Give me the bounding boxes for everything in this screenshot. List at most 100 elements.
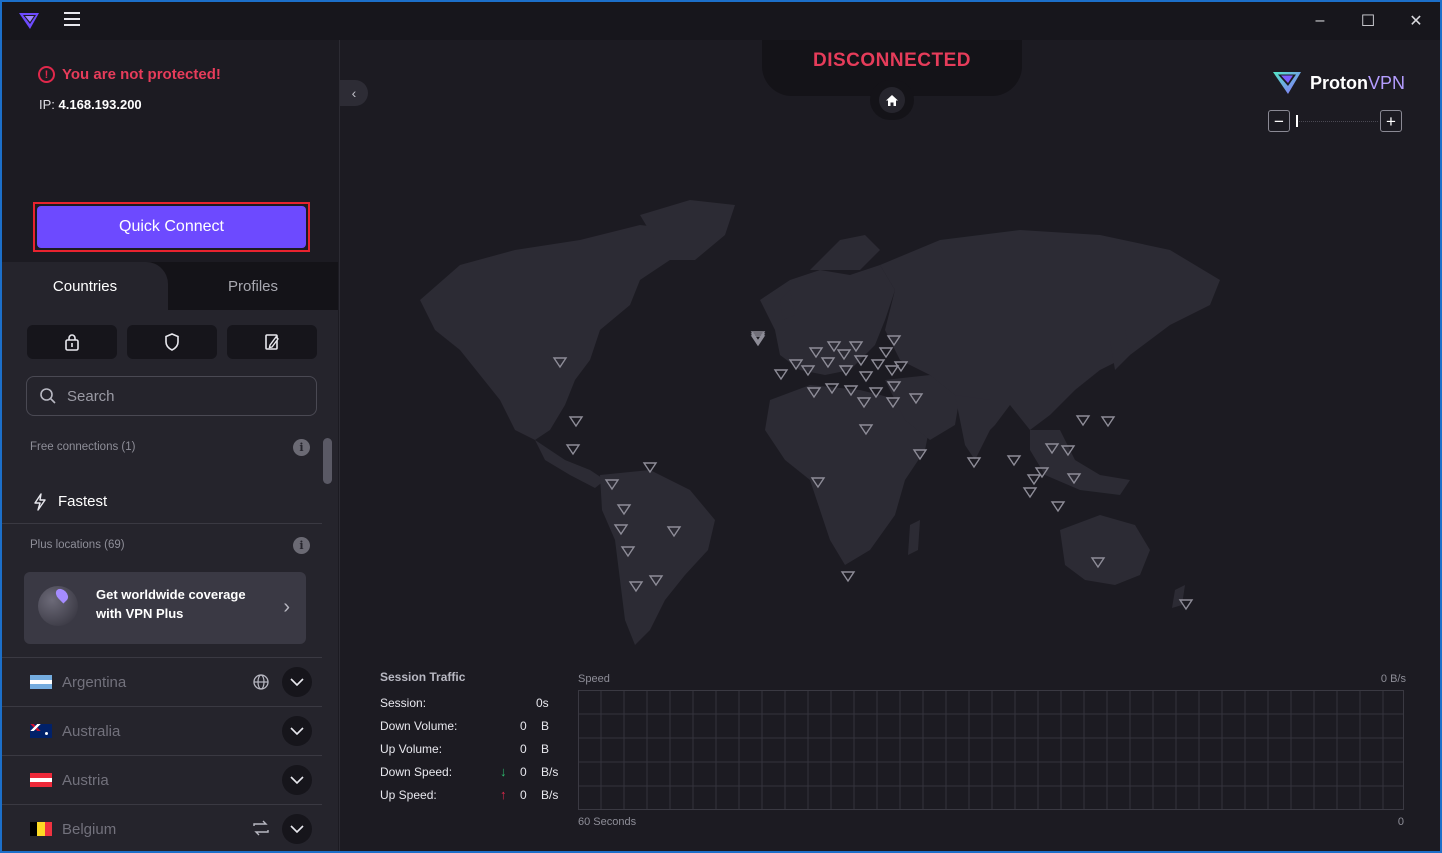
speed-graph-time-label: 60 Seconds: [578, 816, 637, 828]
ip-label: IP:: [39, 97, 55, 112]
home-button[interactable]: [870, 80, 914, 120]
promo-text: Get worldwide coverage with VPN Plus: [96, 585, 266, 623]
sidebar: ! You are not protected! IP: 4.168.193.2…: [2, 40, 340, 851]
country-name: Belgium: [62, 820, 117, 838]
warning-text: You are not protected!: [62, 66, 221, 83]
down-volume-unit: B: [541, 719, 550, 733]
country-row-belgium[interactable]: Belgium: [2, 804, 322, 851]
secure-core-filter-button[interactable]: [27, 325, 117, 359]
feature-filters: [2, 310, 338, 370]
down-speed-label: Down Speed:: [380, 765, 453, 779]
session-value: 0s: [536, 696, 549, 710]
promo-line-2: with VPN Plus: [96, 606, 184, 621]
down-volume-value: 0: [520, 719, 527, 733]
up-volume-row: Up Volume: 0 B: [380, 742, 580, 765]
profile-edit-filter-button[interactable]: [227, 325, 317, 359]
maximize-button[interactable]: ☐: [1344, 2, 1392, 40]
country-row-argentina[interactable]: Argentina: [2, 657, 322, 706]
expand-chevron-down-icon[interactable]: [282, 765, 312, 795]
flag-austria-icon: [30, 773, 52, 787]
zoom-out-button[interactable]: −: [1268, 110, 1290, 132]
netshield-filter-button[interactable]: [127, 325, 217, 359]
server-list: Free connections (1) i Fastest Plus loca…: [2, 424, 322, 851]
expand-chevron-down-icon[interactable]: [282, 716, 312, 746]
promo-line-1: Get worldwide coverage: [96, 587, 246, 602]
map-area: ‹ DISCONNECTED ProtonVPN − + Session Tra…: [340, 40, 1440, 851]
expand-chevron-down-icon[interactable]: [282, 667, 312, 697]
session-row: Session: 0s: [380, 696, 580, 719]
speed-graph-zero-label: 0: [1397, 816, 1404, 828]
ip-value: 4.168.193.200: [58, 97, 142, 112]
sidebar-tabs: Countries Profiles: [2, 262, 338, 310]
quick-connect-button[interactable]: Quick Connect: [37, 206, 306, 248]
up-volume-label: Up Volume:: [380, 742, 443, 756]
hamburger-menu-icon[interactable]: [64, 12, 86, 30]
arrow-up-icon: ↑: [500, 787, 507, 802]
arrow-down-icon: ↓: [500, 764, 507, 779]
plus-locations-header: Plus locations (69) i: [2, 528, 322, 562]
down-speed-unit: B/s: [541, 765, 559, 779]
up-speed-label: Up Speed:: [380, 788, 437, 802]
tab-profiles[interactable]: Profiles: [168, 262, 338, 310]
brand-name: ProtonVPN: [1310, 73, 1405, 94]
minimize-button[interactable]: –: [1296, 2, 1344, 40]
down-volume-row: Down Volume: 0 B: [380, 719, 580, 742]
up-speed-row: Up Speed: ↑ 0 B/s: [380, 787, 580, 811]
fastest-server-item[interactable]: Fastest: [2, 480, 322, 524]
speed-graph-grid: [578, 690, 1404, 810]
zoom-slider-track[interactable]: [1296, 121, 1378, 122]
scrollbar-thumb[interactable]: [323, 438, 332, 484]
session-traffic-panel: Session Traffic Session: 0s Down Volume:…: [380, 670, 580, 811]
edit-icon: [265, 334, 279, 350]
country-row-australia[interactable]: Australia: [2, 706, 322, 755]
brand-name-light: VPN: [1368, 72, 1406, 93]
up-speed-value: 0: [520, 788, 527, 802]
up-volume-value: 0: [520, 742, 527, 756]
flag-australia-icon: [30, 724, 52, 738]
home-icon: [886, 94, 898, 106]
repeat-icon: [252, 820, 270, 841]
country-name: Australia: [62, 722, 121, 740]
country-name: Austria: [62, 771, 109, 789]
brand-name-bold: Proton: [1310, 72, 1368, 93]
search-input[interactable]: [67, 387, 287, 405]
search-area: [2, 364, 338, 424]
search-icon: [40, 388, 56, 404]
speed-graph-title: Speed: [578, 673, 610, 685]
info-icon[interactable]: i: [293, 438, 310, 456]
session-label: Session:: [380, 696, 427, 710]
zoom-slider-thumb[interactable]: [1296, 115, 1298, 127]
upgrade-promo-banner[interactable]: Get worldwide coverage with VPN Plus ›: [24, 572, 306, 644]
search-box[interactable]: [26, 376, 317, 416]
free-connections-header: Free connections (1) i: [2, 430, 322, 464]
shield-icon: [165, 333, 179, 351]
country-name: Argentina: [62, 673, 127, 691]
world-map[interactable]: [340, 130, 1440, 670]
protection-warning: ! You are not protected!: [38, 66, 221, 83]
globe-icon: [252, 673, 270, 696]
warning-icon: !: [38, 66, 55, 83]
app-window: – ☐ ✕ ! You are not protected! IP: 4.168…: [0, 0, 1442, 853]
fastest-label: Fastest: [58, 493, 108, 510]
down-speed-value: 0: [520, 765, 527, 779]
info-icon[interactable]: i: [293, 536, 310, 554]
flag-argentina-icon: [30, 675, 52, 689]
zoom-in-button[interactable]: +: [1380, 110, 1402, 132]
plus-locations-label: Plus locations (69): [30, 539, 125, 551]
tab-countries[interactable]: Countries: [2, 262, 168, 310]
speed-graph-max: 0 B/s: [1380, 673, 1406, 685]
proton-vpn-brand: ProtonVPN: [1272, 70, 1405, 96]
expand-chevron-down-icon[interactable]: [282, 814, 312, 844]
free-connections-label: Free connections (1): [30, 441, 136, 453]
country-row-austria[interactable]: Austria: [2, 755, 322, 804]
close-button[interactable]: ✕: [1392, 2, 1440, 40]
chevron-right-icon: ›: [283, 596, 290, 618]
quick-connect-highlight: Quick Connect: [33, 202, 310, 252]
title-bar: – ☐ ✕: [2, 2, 1440, 40]
up-speed-unit: B/s: [541, 788, 559, 802]
lock-icon: [65, 334, 79, 351]
up-volume-unit: B: [541, 742, 550, 756]
flag-belgium-icon: [30, 822, 52, 836]
server-list-scrollbar[interactable]: [322, 424, 338, 851]
collapse-sidebar-chevron-left-icon[interactable]: ‹: [340, 80, 368, 106]
